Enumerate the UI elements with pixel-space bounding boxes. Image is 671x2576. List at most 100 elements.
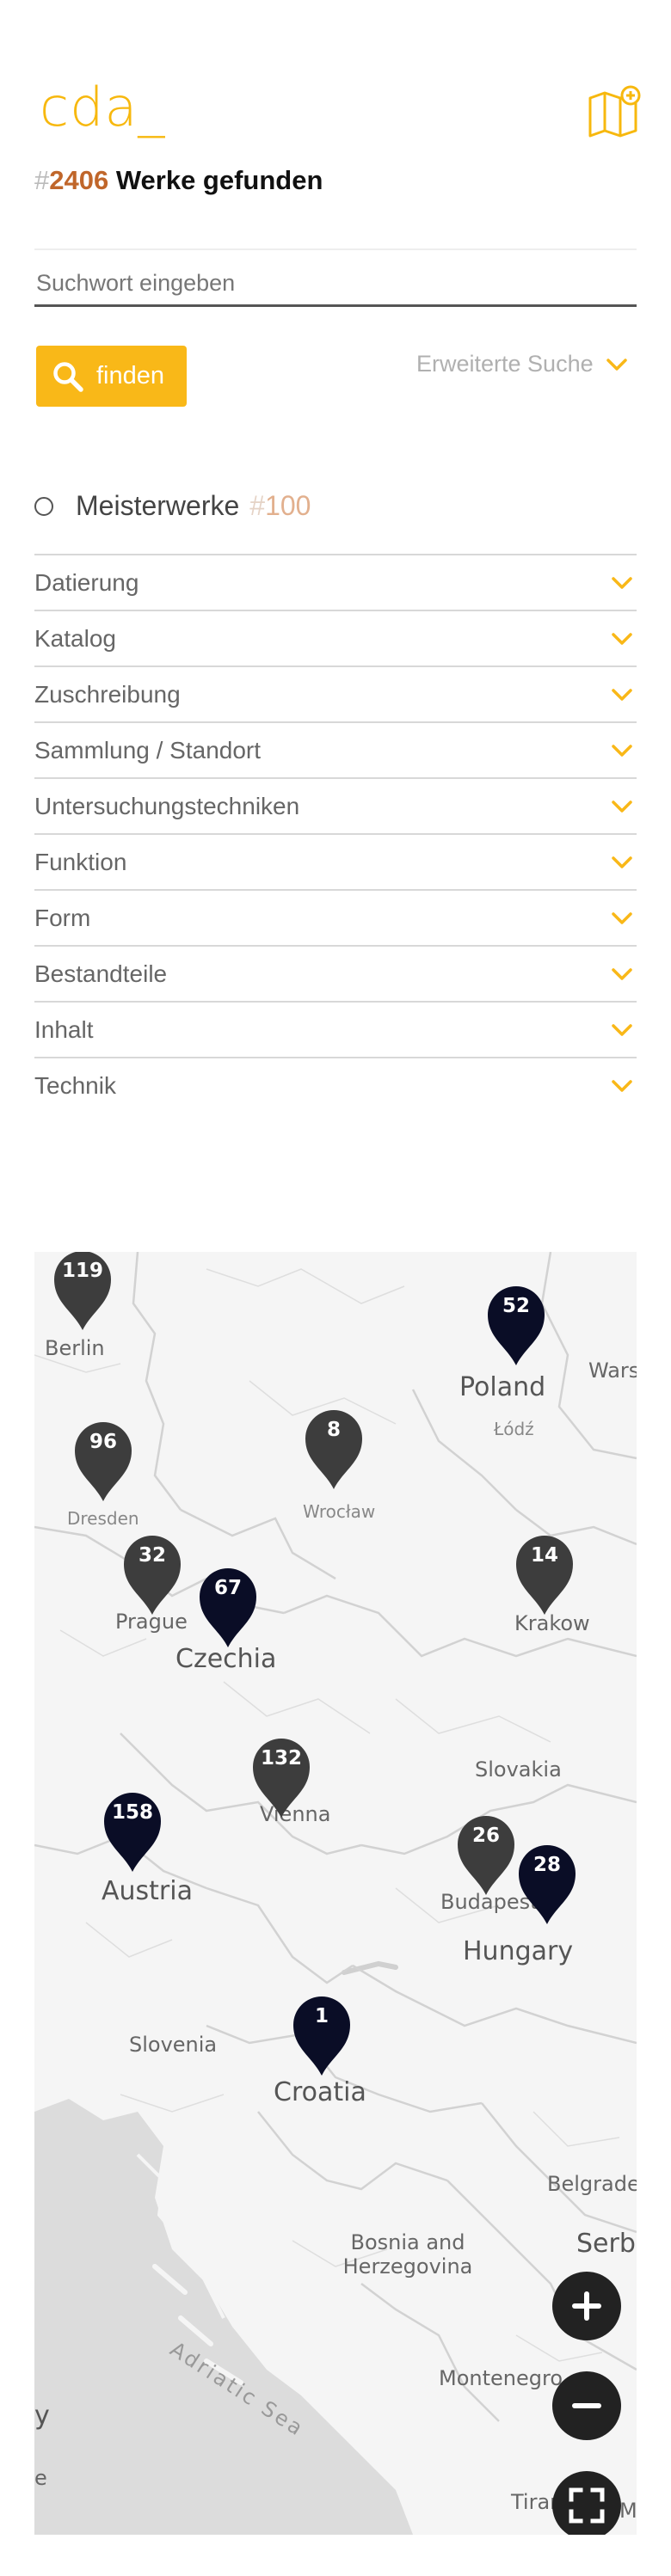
masterworks-count: 100 xyxy=(265,490,311,521)
chevron-down-icon xyxy=(612,1023,632,1036)
map-marker-count: 67 xyxy=(213,1577,242,1599)
chevron-down-icon xyxy=(606,358,627,371)
filter-technik[interactable]: Technik xyxy=(34,1057,637,1113)
filter-funktion[interactable]: Funktion xyxy=(34,833,637,889)
map-marker[interactable]: 1 xyxy=(292,1993,352,2079)
map-marker[interactable]: 96 xyxy=(73,1419,133,1505)
map-label-cutoff-y: y xyxy=(34,2401,50,2431)
map-marker[interactable]: 158 xyxy=(102,1789,163,1875)
map-marker-count: 132 xyxy=(260,1747,302,1769)
filter-label: Funktion xyxy=(34,848,127,875)
map-label-wars: Wars xyxy=(588,1359,637,1383)
filter-label: Form xyxy=(34,904,91,931)
chevron-down-icon xyxy=(612,1079,632,1092)
find-button[interactable]: finden xyxy=(36,346,187,407)
map-label-poland: Poland xyxy=(459,1372,546,1402)
chevron-down-icon xyxy=(612,744,632,757)
result-label: Werke gefunden xyxy=(108,165,323,195)
advanced-search-toggle[interactable]: Erweiterte Suche xyxy=(416,351,628,377)
map-label-austria: Austria xyxy=(102,1876,193,1906)
map-marker-count: 1 xyxy=(314,2005,329,2027)
map-label-wroclaw: Wrocław xyxy=(303,1501,376,1522)
filter-label: Untersuchungstechniken xyxy=(34,792,300,819)
map-marker-count: 52 xyxy=(502,1295,530,1317)
map-marker[interactable]: 28 xyxy=(517,1842,577,1928)
map-marker[interactable]: 52 xyxy=(486,1283,546,1369)
filter-label: Datierung xyxy=(34,568,139,596)
chevron-down-icon xyxy=(612,800,632,813)
filter-zuschreibung[interactable]: Zuschreibung xyxy=(34,665,637,721)
map-plus-icon[interactable] xyxy=(588,84,641,138)
chevron-down-icon xyxy=(612,856,632,868)
map-label-berlin: Berlin xyxy=(45,1336,105,1360)
map-label-serbia: Serbia xyxy=(576,2229,637,2259)
search-icon xyxy=(53,361,83,392)
map-marker-count: 8 xyxy=(326,1419,341,1441)
map-label-bosnia-line1: Bosnia and xyxy=(350,2230,465,2254)
map-marker-count: 28 xyxy=(532,1854,561,1876)
result-number: 2406 xyxy=(49,165,109,195)
masterworks-option[interactable]: Meisterwerke #100 xyxy=(34,490,311,522)
filter-label: Zuschreibung xyxy=(34,680,181,708)
masterworks-label: Meisterwerke xyxy=(76,490,240,521)
minus-icon xyxy=(572,2403,601,2408)
filter-inhalt[interactable]: Inhalt xyxy=(34,1001,637,1057)
filter-bestandteile[interactable]: Bestandteile xyxy=(34,945,637,1001)
map-label-croatia: Croatia xyxy=(274,2077,366,2107)
map-label-montenegro: Montenegro xyxy=(439,2366,563,2390)
map-marker[interactable]: 119 xyxy=(52,1252,113,1334)
filter-untersuchungstechniken[interactable]: Untersuchungstechniken xyxy=(34,777,637,833)
zoom-in-button[interactable] xyxy=(552,2272,621,2340)
chevron-down-icon xyxy=(612,911,632,924)
plus-icon xyxy=(572,2291,601,2321)
filter-list: Datierung Katalog Zuschreibung Sammlung … xyxy=(34,554,637,1113)
map-label-slovenia: Slovenia xyxy=(129,2033,218,2057)
map-marker-count: 119 xyxy=(61,1260,103,1282)
fullscreen-button[interactable] xyxy=(552,2471,621,2535)
map-label-hungary: Hungary xyxy=(463,1936,574,1966)
logo[interactable]: cda_ xyxy=(40,76,165,138)
map-label-dresden: Dresden xyxy=(67,1508,139,1529)
map-label-cutoff-e: e xyxy=(34,2466,47,2490)
search-input[interactable] xyxy=(34,262,637,307)
map-marker-count: 26 xyxy=(471,1825,500,1847)
map-marker[interactable]: 8 xyxy=(304,1407,364,1493)
map-marker-count: 14 xyxy=(530,1544,558,1567)
map-marker-count: 96 xyxy=(89,1431,117,1453)
filter-label: Inhalt xyxy=(34,1015,94,1043)
filter-datierung[interactable]: Datierung xyxy=(34,554,637,610)
map-marker[interactable]: 32 xyxy=(122,1532,182,1618)
find-button-label: finden xyxy=(96,362,165,389)
chevron-down-icon xyxy=(612,688,632,701)
zoom-out-button[interactable] xyxy=(552,2371,621,2440)
result-count: #2406 Werke gefunden xyxy=(34,165,323,196)
map-label-lodz: Łódź xyxy=(494,1419,534,1439)
map-marker[interactable]: 14 xyxy=(514,1532,575,1618)
divider xyxy=(34,248,637,250)
map[interactable]: Berlin Poland Wars Łódź Dresden Wrocław … xyxy=(34,1252,637,2535)
filter-label: Katalog xyxy=(34,624,116,652)
chevron-down-icon xyxy=(612,632,632,645)
map-label-slovakia: Slovakia xyxy=(475,1757,562,1782)
advanced-search-label: Erweiterte Suche xyxy=(416,351,594,377)
masterworks-radio[interactable] xyxy=(34,496,53,516)
map-label-bosnia-line2: Herzegovina xyxy=(342,2254,473,2279)
filter-label: Technik xyxy=(34,1071,116,1099)
chevron-down-icon xyxy=(612,576,632,589)
filter-sammlung[interactable]: Sammlung / Standort xyxy=(34,721,637,777)
map-marker[interactable]: 26 xyxy=(456,1812,516,1898)
filter-label: Sammlung / Standort xyxy=(34,736,262,764)
filter-label: Bestandteile xyxy=(34,960,168,987)
map-marker-count: 32 xyxy=(138,1544,166,1567)
map-label-belgrade: Belgrade xyxy=(547,2172,637,2196)
masterworks-hash: # xyxy=(249,490,266,521)
map-label-cutoff-m: M xyxy=(619,2499,637,2523)
map-label-bosnia: Bosnia and Herzegovina xyxy=(339,2230,477,2279)
filter-form[interactable]: Form xyxy=(34,889,637,945)
filter-katalog[interactable]: Katalog xyxy=(34,610,637,665)
map-marker[interactable]: 132 xyxy=(251,1735,311,1821)
result-hash: # xyxy=(34,165,50,195)
map-marker-count: 158 xyxy=(111,1801,153,1824)
fullscreen-icon xyxy=(569,2487,605,2524)
map-marker[interactable]: 67 xyxy=(198,1565,258,1651)
